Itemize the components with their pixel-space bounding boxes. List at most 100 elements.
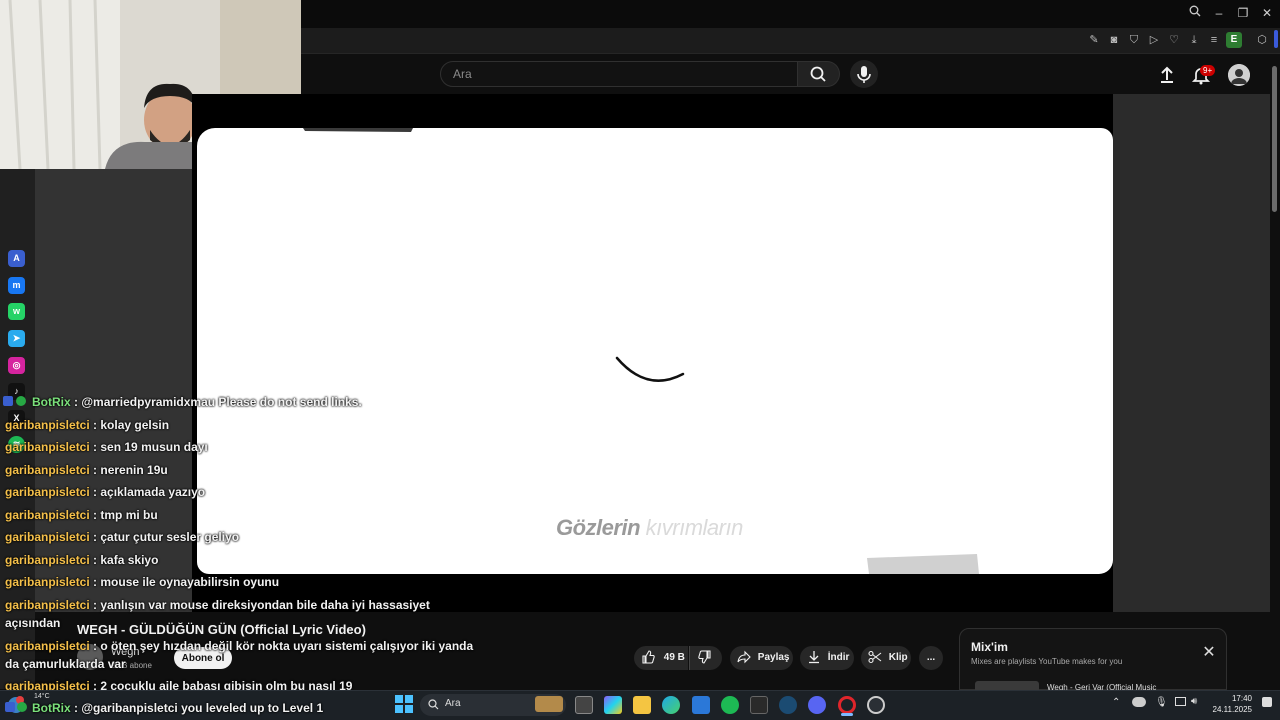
close-icon[interactable]: ✕ [1200, 644, 1218, 662]
chat-message: garibanpisletci : çatur çutur sesler gel… [5, 530, 240, 544]
volume-icon[interactable]: 🔊︎ [1191, 696, 1197, 707]
chat-username: garibanpisletci [5, 530, 90, 544]
thumbs-down-icon [698, 650, 712, 664]
file-explorer-icon[interactable] [633, 696, 651, 714]
active-app-indicator [841, 713, 853, 716]
chat-text: @marriedpyramidxmau Please do not send l… [81, 395, 362, 409]
mix-item-thumbnail[interactable] [975, 681, 1039, 690]
chat-username: BotRix [32, 701, 71, 715]
chat-message: garibanpisletci : tmp mi bu [5, 508, 158, 522]
opera-icon[interactable] [838, 696, 856, 714]
microphone-tray-icon[interactable]: 🎙︎ [1155, 697, 1168, 708]
windows-start-icon[interactable] [395, 695, 413, 713]
video-title: WEGH - GÜLDÜĞÜN GÜN (Official Lyric Vide… [77, 622, 366, 637]
download-button[interactable]: İndir [800, 646, 854, 670]
onedrive-icon[interactable] [1132, 697, 1146, 707]
download-arrow-icon [807, 651, 821, 664]
taskbar-clock[interactable]: 17:40 24.11.2025 [1210, 693, 1252, 715]
chat-text: yanlışın var mouse direksiyondan bile da… [100, 598, 430, 612]
edge-icon[interactable] [662, 696, 680, 714]
chat-username: garibanpisletci [5, 440, 90, 454]
chat-username: garibanpisletci [5, 485, 90, 499]
clip-label: Klip [888, 652, 908, 663]
telegram-icon[interactable]: ➤ [8, 330, 25, 347]
steam-icon[interactable] [779, 696, 797, 714]
microphone-icon[interactable] [850, 60, 878, 88]
task-view-icon[interactable] [575, 696, 593, 714]
chat-text: @garibanpisletci you leveled up to Level… [81, 701, 324, 715]
more-actions-button[interactable]: ... [919, 646, 943, 670]
share-icon [737, 651, 751, 664]
chat-message: garibanpisletci : kolay gelsin [5, 418, 170, 432]
messenger-icon[interactable]: m [8, 277, 25, 294]
menu-icon[interactable]: ≡ [1206, 32, 1222, 48]
shield-icon[interactable]: ⛉ [1126, 32, 1142, 48]
chat-message: garibanpisletci : açıklamada yazıyo [5, 485, 206, 499]
video-frame-card [197, 128, 1113, 574]
heart-icon[interactable]: ♡ [1166, 32, 1182, 48]
copilot-icon[interactable] [604, 696, 622, 714]
mix-first-item[interactable]: Wegh - Geri Var (Official Music [1047, 683, 1177, 690]
download-icon[interactable]: ⤓ [1186, 32, 1202, 48]
chat-message: garibanpisletci : mouse ile oynayabilirs… [5, 575, 280, 589]
left-video-margin [35, 169, 192, 612]
clock-date: 24.11.2025 [1212, 705, 1252, 714]
epic-games-icon[interactable] [750, 696, 768, 714]
search-icon[interactable] [1184, 4, 1206, 22]
minimize-button[interactable]: – [1208, 4, 1230, 22]
notification-badge: 9+ [1200, 65, 1216, 76]
tray-chevron-icon[interactable]: ⌃ [1112, 697, 1120, 708]
download-label: İndir [827, 652, 850, 663]
network-icon[interactable] [1175, 697, 1186, 706]
chat-username: garibanpisletci [5, 575, 90, 589]
like-count: 49 B [663, 652, 685, 663]
chat-message: garibanpisletci : nerenin 19u [5, 463, 168, 477]
opera-gx-icon[interactable] [867, 696, 885, 714]
chat-username: garibanpisletci [5, 418, 90, 432]
search-input[interactable] [440, 61, 798, 87]
app-launcher-icon[interactable]: A [8, 250, 25, 267]
chat-username: BotRix [32, 395, 71, 409]
share-label: Paylaş [757, 652, 790, 663]
notification-center-icon[interactable] [1262, 697, 1272, 707]
taskbar-search-label: Ara [445, 698, 461, 709]
play-icon[interactable]: ▷ [1146, 32, 1162, 48]
spotify-taskbar-icon[interactable] [721, 696, 739, 714]
chat-text: tmp mi bu [100, 508, 158, 522]
chat-message: garibanpisletci : o öten şey hızdan deği… [5, 639, 474, 653]
chat-text: açısından [5, 616, 61, 630]
taskbar-search-icon [428, 699, 439, 713]
chat-message: BotRix : @marriedpyramidxmau Please do n… [3, 395, 362, 410]
like-button[interactable]: 49 B [634, 646, 688, 670]
restore-button[interactable]: ❐ [1232, 4, 1254, 22]
chat-username: garibanpisletci [5, 639, 90, 653]
clip-button[interactable]: Klip [861, 646, 911, 670]
clock-time: 17:40 [1231, 694, 1252, 703]
chat-text: sen 19 musun dayı [100, 440, 208, 454]
chat-text: kolay gelsin [100, 418, 170, 432]
lyric-text: Gözlerin kıvrımların [556, 515, 743, 541]
scrollbar-thumb[interactable] [1272, 66, 1277, 212]
chat-text: o öten şey hızdan değil kör nokta uyarı … [100, 639, 474, 653]
chat-message: BotRix : @garibanpisletci you leveled up… [5, 701, 323, 716]
whatsapp-icon[interactable]: w [8, 303, 25, 320]
account-avatar[interactable] [1228, 64, 1250, 86]
right-video-margin [1113, 94, 1270, 612]
profile-icon[interactable]: E [1226, 32, 1242, 48]
search-highlight-icon [535, 696, 563, 712]
upload-icon[interactable] [1156, 64, 1178, 86]
extensions-icon[interactable]: ⬡ [1254, 32, 1270, 48]
instagram-icon[interactable]: ◎ [8, 357, 25, 374]
camera-icon[interactable]: ◙ [1106, 32, 1122, 48]
share-button[interactable]: Paylaş [730, 646, 793, 670]
edit-icon[interactable]: ✎ [1086, 32, 1102, 48]
dislike-button[interactable] [689, 646, 722, 670]
scissors-icon [868, 651, 882, 664]
bot-badge-icon [3, 396, 13, 406]
discord-icon[interactable] [808, 696, 826, 714]
search-button[interactable] [798, 61, 840, 87]
chat-text: çatur çutur sesler geliyo [100, 530, 240, 544]
chat-message-continued: açısından [5, 616, 60, 631]
close-window-button[interactable]: ✕ [1256, 4, 1278, 22]
store-icon[interactable] [692, 696, 710, 714]
